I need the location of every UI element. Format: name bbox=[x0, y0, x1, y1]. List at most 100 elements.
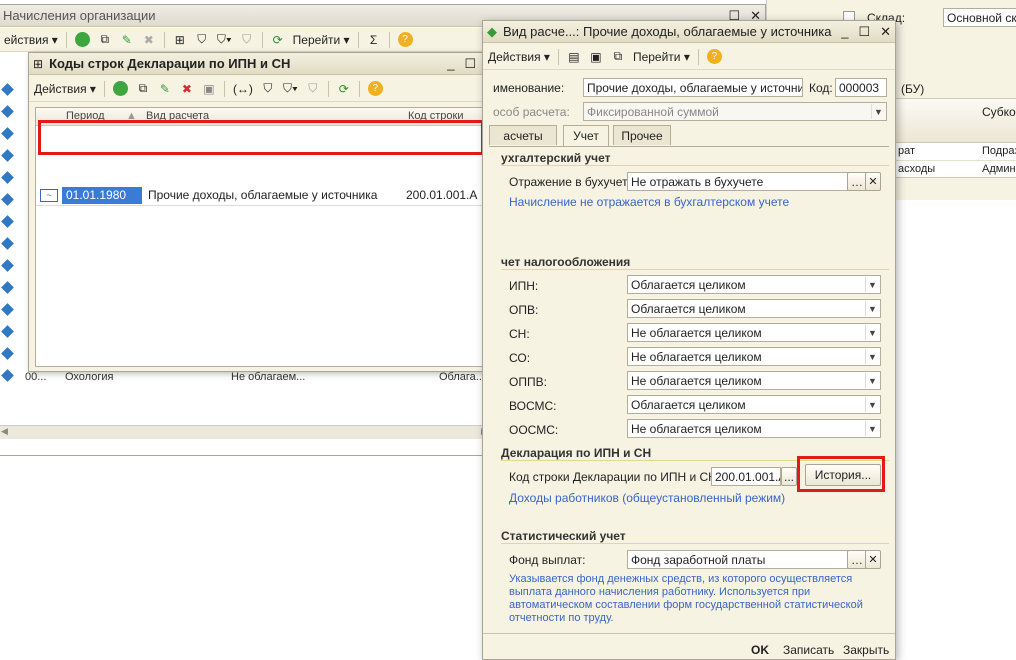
chevron-down-icon[interactable]: ▼ bbox=[865, 277, 879, 292]
tax-select-ipn[interactable]: Облагается целиком ▼ bbox=[627, 275, 881, 294]
chevron-down-icon[interactable]: ▼ bbox=[865, 373, 879, 388]
accruals-list bbox=[0, 55, 29, 390]
tax-label-oppv: ОППВ: bbox=[509, 375, 547, 389]
tax-select-sn[interactable]: Не облагается целиком ▼ bbox=[627, 323, 881, 342]
table-row[interactable]: асходы Админ bbox=[894, 161, 1016, 179]
chevron-down-icon[interactable]: ▼ bbox=[871, 104, 885, 119]
tax-select-opv[interactable]: Облагается целиком ▼ bbox=[627, 299, 881, 318]
fund-field[interactable]: Фонд заработной платы bbox=[627, 550, 853, 569]
scroll-left-icon[interactable]: ◀ bbox=[1, 426, 8, 437]
maximize-icon[interactable]: ☐ bbox=[858, 24, 870, 40]
interval-icon[interactable]: (↔) bbox=[231, 80, 255, 98]
accrual-icon bbox=[1, 325, 14, 338]
add-icon[interactable] bbox=[111, 80, 130, 98]
minimize-icon[interactable]: _ bbox=[447, 56, 454, 72]
actions-menu[interactable]: Действия ▾ bbox=[32, 80, 98, 98]
toolbar-separator bbox=[327, 80, 329, 97]
actions-menu[interactable]: ействия ▾ bbox=[2, 31, 60, 49]
delete-icon[interactable]: ✖ bbox=[178, 80, 196, 98]
declaration-select-button[interactable]: ... bbox=[781, 467, 797, 486]
declaration-code-field[interactable]: 200.01.001.A bbox=[711, 467, 781, 486]
name-field[interactable]: Прочие доходы, облагаемые у источника bbox=[583, 78, 803, 97]
accruals-window-title: Начисления организации bbox=[3, 8, 156, 23]
declaration-note[interactable]: Доходы работников (общеустановленный реж… bbox=[509, 491, 785, 505]
tax-select-so[interactable]: Не облагается целиком ▼ bbox=[627, 347, 881, 366]
list-item[interactable] bbox=[1, 325, 14, 339]
tax-select-oosms[interactable]: Не облагается целиком ▼ bbox=[627, 419, 881, 438]
help-icon[interactable]: ? bbox=[705, 48, 724, 66]
reflection-clear-button[interactable]: ✕ bbox=[865, 172, 881, 191]
filter-icon[interactable]: ⛉ bbox=[259, 80, 277, 98]
save-icon[interactable]: ▤ bbox=[565, 48, 583, 66]
row-name: Охология bbox=[65, 371, 114, 383]
goto-menu[interactable]: Перейти ▾ bbox=[291, 31, 352, 49]
list-item[interactable] bbox=[1, 259, 14, 273]
chevron-down-icon[interactable]: ▼ bbox=[865, 325, 879, 340]
close-button[interactable]: Закрыть bbox=[843, 643, 889, 657]
copy-icon[interactable]: ⧉ bbox=[96, 31, 114, 49]
list-item[interactable] bbox=[1, 127, 14, 141]
list-item[interactable] bbox=[1, 303, 14, 317]
toolbar-separator bbox=[358, 80, 360, 97]
list-item[interactable] bbox=[1, 347, 14, 361]
copy-icon[interactable]: ⧉ bbox=[134, 80, 152, 98]
clear-filter-icon[interactable]: ⛉ bbox=[238, 31, 256, 49]
help-icon[interactable]: ? bbox=[366, 80, 385, 98]
fund-value: Фонд заработной платы bbox=[631, 553, 766, 567]
tab-calculations[interactable]: асчеты bbox=[489, 125, 557, 145]
help-icon[interactable]: ? bbox=[396, 31, 415, 49]
tax-select-vosms[interactable]: Облагается целиком ▼ bbox=[627, 395, 881, 414]
maximize-icon[interactable]: ☐ bbox=[464, 56, 476, 72]
chevron-down-icon[interactable]: ▼ bbox=[865, 301, 879, 316]
table-row[interactable]: рат Подраз bbox=[894, 143, 1016, 161]
refresh-icon[interactable]: ⟳ bbox=[335, 80, 353, 98]
tax-select-oppv[interactable]: Не облагается целиком ▼ bbox=[627, 371, 881, 390]
list-item[interactable] bbox=[1, 83, 14, 97]
table-row[interactable]: 00... Охология Не облагаем... Облага... bbox=[0, 371, 519, 387]
sum-icon[interactable]: Σ bbox=[365, 31, 383, 49]
code-field[interactable]: 000003 bbox=[835, 78, 887, 97]
minimize-icon[interactable]: _ bbox=[841, 24, 848, 40]
ok-button[interactable]: OK bbox=[751, 643, 769, 657]
accrual-icon bbox=[1, 171, 14, 184]
list-item[interactable] bbox=[1, 281, 14, 295]
clear-filter-icon[interactable]: ⛉ bbox=[304, 80, 322, 98]
list-item[interactable] bbox=[1, 171, 14, 185]
list-item[interactable] bbox=[1, 105, 14, 119]
chevron-down-icon[interactable]: ▼ bbox=[865, 421, 879, 436]
goto-menu[interactable]: Перейти ▾ bbox=[631, 48, 692, 66]
edit-icon[interactable]: ✎ bbox=[118, 31, 136, 49]
filter-dropdown-icon[interactable]: ⛉▾ bbox=[215, 31, 234, 49]
close-icon[interactable]: ✕ bbox=[880, 24, 891, 40]
table-row[interactable]: ~ 01.01.1980 Прочие доходы, облагаемые у… bbox=[36, 186, 496, 206]
filter-dropdown-icon[interactable]: ⛉▾ bbox=[281, 80, 300, 98]
fund-select-button[interactable]: … bbox=[847, 550, 867, 569]
refresh-icon[interactable]: ⟳ bbox=[269, 31, 287, 49]
hierarchy-icon[interactable]: ⊞ bbox=[171, 31, 189, 49]
calc-window-icon: ◆ bbox=[487, 23, 497, 39]
add-icon[interactable] bbox=[73, 31, 92, 49]
filter-icon[interactable]: ⛉ bbox=[193, 31, 211, 49]
tab-other[interactable]: Прочее bbox=[613, 125, 671, 145]
row-kind: Прочие доходы, облагаемые у источника bbox=[148, 188, 378, 202]
copy-icon[interactable]: ⧉ bbox=[609, 48, 627, 66]
warehouse-field[interactable]: Основной скл bbox=[943, 8, 1016, 27]
calc-method-field[interactable]: Фиксированной суммой ▼ bbox=[583, 102, 887, 121]
delete-icon[interactable]: ✖ bbox=[140, 31, 158, 49]
edit-icon[interactable]: ✎ bbox=[156, 80, 174, 98]
list-item[interactable] bbox=[1, 237, 14, 251]
accounting-note[interactable]: Начисление не отражается в бухгалтерском… bbox=[509, 195, 789, 209]
chevron-down-icon[interactable]: ▼ bbox=[865, 397, 879, 412]
fund-clear-button[interactable]: ✕ bbox=[865, 550, 881, 569]
reread-icon[interactable]: ▣ bbox=[587, 48, 605, 66]
tab-accounting[interactable]: Учет bbox=[563, 125, 609, 146]
save-icon[interactable]: ▣ bbox=[200, 80, 218, 98]
save-button[interactable]: Записать bbox=[783, 643, 834, 657]
list-item[interactable] bbox=[1, 149, 14, 163]
actions-menu[interactable]: Действия ▾ bbox=[486, 48, 552, 66]
reflection-select-button[interactable]: … bbox=[847, 172, 867, 191]
chevron-down-icon[interactable]: ▼ bbox=[865, 349, 879, 364]
list-item[interactable] bbox=[1, 215, 14, 229]
reflection-field[interactable]: Не отражать в бухучете bbox=[627, 172, 853, 191]
list-item[interactable] bbox=[1, 193, 14, 207]
